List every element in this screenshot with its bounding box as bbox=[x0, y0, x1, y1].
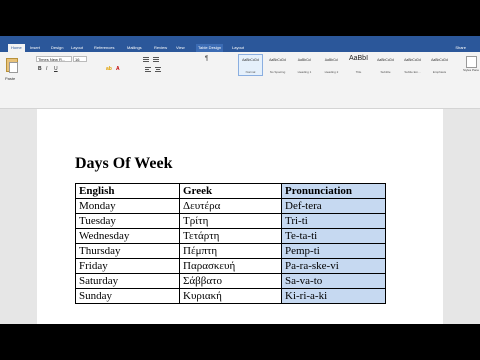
table-header-row: English Greek Pronunciation bbox=[75, 183, 386, 199]
show-marks-icon[interactable]: ¶ bbox=[204, 56, 212, 62]
bold-icon[interactable]: B bbox=[38, 66, 42, 72]
style-title[interactable]: AaBbI Title bbox=[346, 54, 371, 76]
style-sample: AaBbCcI bbox=[324, 58, 339, 62]
cell-english[interactable]: Tuesday bbox=[75, 213, 180, 229]
style-subtle-em-[interactable]: AaBbCcDd Subtle Em... bbox=[400, 54, 425, 76]
table-row: Saturday Σάββατο Sa-va-to bbox=[75, 273, 386, 289]
style-name: Subtle Em... bbox=[404, 70, 421, 74]
font-size-box[interactable]: 16 bbox=[73, 56, 87, 62]
cell-pronunciation[interactable]: Tri-ti bbox=[281, 213, 386, 229]
style-sample: AaBbCcDd bbox=[377, 58, 394, 62]
paste-sheet-icon bbox=[9, 62, 18, 73]
style-sample: AaBbCcI bbox=[297, 58, 312, 62]
cell-english[interactable]: Friday bbox=[75, 258, 180, 274]
cell-greek[interactable]: Πέμπτη bbox=[179, 243, 282, 259]
cell-pronunciation[interactable]: Te-ta-ti bbox=[281, 228, 386, 244]
cell-greek[interactable]: Σάββατο bbox=[179, 273, 282, 289]
italic-icon[interactable]: I bbox=[46, 66, 47, 72]
cell-greek[interactable]: Τρίτη bbox=[179, 213, 282, 229]
style-sample: AaBbCcDd bbox=[431, 58, 448, 62]
header-pronunciation[interactable]: Pronunciation bbox=[281, 183, 386, 199]
style-sample: AaBbCcDd bbox=[242, 58, 259, 62]
style-normal[interactable]: AaBbCcDd Normal bbox=[238, 54, 263, 76]
tab-references[interactable]: References bbox=[94, 44, 114, 52]
header-english[interactable]: English bbox=[75, 183, 180, 199]
word-window: Home Insert Design Layout References Mailings… bbox=[0, 36, 480, 324]
cell-greek[interactable]: Παρασκευή bbox=[179, 258, 282, 274]
style-no-spacing[interactable]: AaBbCcDd No Spacing bbox=[265, 54, 290, 76]
table-row: Thursday Πέμπτη Pemp-ti bbox=[75, 243, 386, 259]
style-name: Title bbox=[355, 70, 362, 74]
tab-layout[interactable]: Layout bbox=[71, 44, 83, 52]
cell-pronunciation[interactable]: Pa-ra-ske-vi bbox=[281, 258, 386, 274]
paste-label: Paste bbox=[5, 76, 16, 81]
style-subtitle[interactable]: AaBbCcDd Subtitle bbox=[373, 54, 398, 76]
tab-review[interactable]: Review bbox=[154, 44, 167, 52]
paste-button[interactable] bbox=[4, 56, 18, 73]
font-color-icon[interactable]: A bbox=[116, 66, 120, 72]
style-name: No Spacing bbox=[269, 70, 286, 74]
header-greek[interactable]: Greek bbox=[179, 183, 282, 199]
style-name: Heading 1 bbox=[297, 70, 312, 74]
tab-layout-table[interactable]: Layout bbox=[232, 44, 244, 52]
cell-english[interactable]: Wednesday bbox=[75, 228, 180, 244]
align-center-icon[interactable] bbox=[154, 66, 162, 72]
document-page[interactable]: Days Of Week English Greek Pronunciation… bbox=[37, 109, 443, 324]
table-row: Wednesday Τετάρτη Te-ta-ti bbox=[75, 228, 386, 244]
cell-pronunciation[interactable]: Pemp-ti bbox=[281, 243, 386, 259]
tab-design[interactable]: Design bbox=[51, 44, 63, 52]
cell-english[interactable]: Thursday bbox=[75, 243, 180, 259]
cell-english[interactable]: Saturday bbox=[75, 273, 180, 289]
style-name: Emphasis bbox=[432, 70, 447, 74]
style-heading-2[interactable]: AaBbCcI Heading 2 bbox=[319, 54, 344, 76]
numbering-icon[interactable] bbox=[152, 56, 160, 62]
style-heading-1[interactable]: AaBbCcI Heading 1 bbox=[292, 54, 317, 76]
style-name: Heading 2 bbox=[324, 70, 339, 74]
style-sample: AaBbCcDd bbox=[269, 58, 286, 62]
styles-pane-icon bbox=[466, 56, 477, 68]
table-row: Tuesday Τρίτη Tri-ti bbox=[75, 213, 386, 229]
cell-greek[interactable]: Κυριακή bbox=[179, 288, 282, 304]
styles-pane-label: Styles Pane bbox=[462, 68, 479, 72]
cell-greek[interactable]: Δευτέρα bbox=[179, 198, 282, 214]
cell-greek[interactable]: Τετάρτη bbox=[179, 228, 282, 244]
title-bar bbox=[0, 36, 480, 44]
bullets-icon[interactable] bbox=[142, 56, 150, 62]
align-left-icon[interactable] bbox=[144, 66, 152, 72]
ribbon-tabs: Home Insert Design Layout References Mailings… bbox=[0, 44, 480, 52]
cell-english[interactable]: Sunday bbox=[75, 288, 180, 304]
days-table[interactable]: English Greek Pronunciation Monday Δευτέρ… bbox=[75, 183, 386, 304]
table-row: Friday Παρασκευή Pa-ra-ske-vi bbox=[75, 258, 386, 274]
table-row: Monday Δευτέρα Def-tera bbox=[75, 198, 386, 214]
tab-insert[interactable]: Insert bbox=[30, 44, 40, 52]
cell-english[interactable]: Monday bbox=[75, 198, 180, 214]
tab-mailings[interactable]: Mailings bbox=[127, 44, 142, 52]
style-sample: AaBbI bbox=[348, 55, 369, 62]
font-name-box[interactable]: Times New R... bbox=[36, 56, 72, 62]
share-button[interactable]: Share bbox=[455, 44, 466, 52]
tab-view[interactable]: View bbox=[176, 44, 185, 52]
tab-home[interactable]: Home bbox=[8, 44, 25, 52]
tab-table-design[interactable]: Table Design bbox=[196, 44, 224, 52]
style-sample: AaBbCcDd bbox=[404, 58, 421, 62]
style-emphasis[interactable]: AaBbCcDd Emphasis bbox=[427, 54, 452, 76]
ribbon-home: Paste Times New R... 16 B I U A ab ¶ AaB… bbox=[0, 52, 480, 109]
cell-pronunciation[interactable]: Sa-va-to bbox=[281, 273, 386, 289]
cell-pronunciation[interactable]: Def-tera bbox=[281, 198, 386, 214]
styles-pane-button[interactable]: Styles Pane bbox=[462, 54, 480, 84]
style-name: Subtitle bbox=[380, 70, 391, 74]
table-row: Sunday Κυριακή Ki-ri-a-ki bbox=[75, 288, 386, 304]
style-name: Normal bbox=[245, 70, 256, 74]
highlight-icon[interactable]: ab bbox=[106, 66, 112, 72]
cell-pronunciation[interactable]: Ki-ri-a-ki bbox=[281, 288, 386, 304]
document-title: Days Of Week bbox=[75, 155, 173, 172]
underline-icon[interactable]: U bbox=[54, 66, 58, 72]
